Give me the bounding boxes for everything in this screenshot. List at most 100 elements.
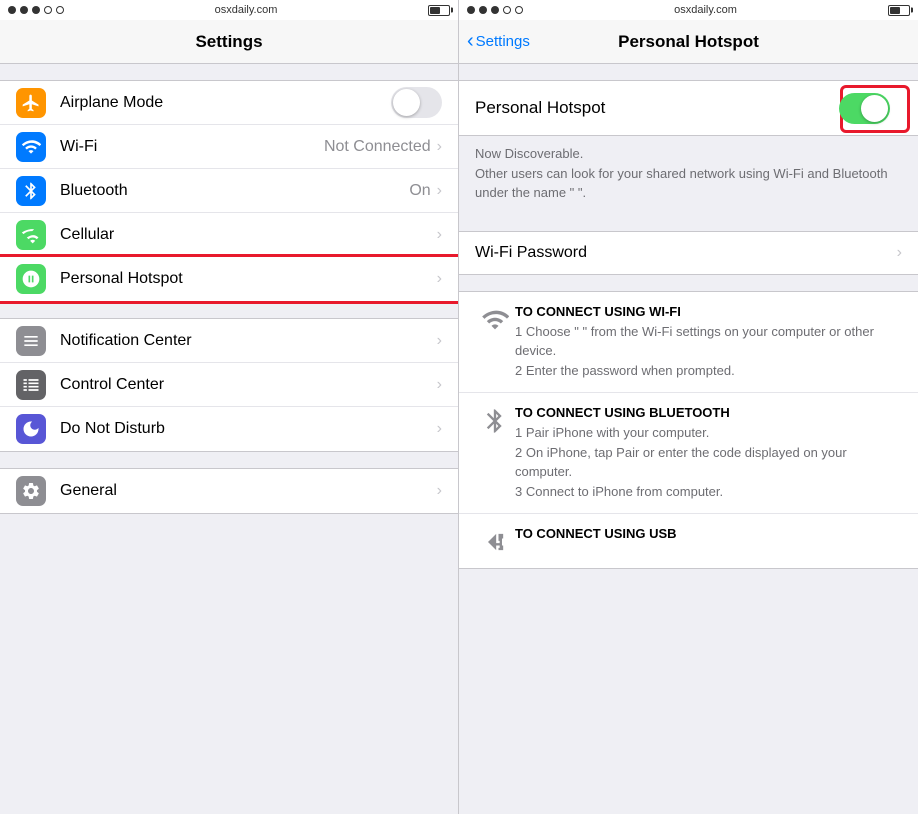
- control-icon-bg: [16, 370, 46, 400]
- row-bluetooth[interactable]: Bluetooth On ›: [0, 169, 458, 213]
- connect-bluetooth-text: TO CONNECT USING BLUETOOTH 1 Pair iPhone…: [515, 405, 902, 501]
- settings-section-connectivity: Airplane Mode Wi-Fi Not Connected ›: [0, 80, 458, 302]
- notification-icon-bg: [16, 326, 46, 356]
- wifi-password-row[interactable]: Wi-Fi Password ›: [459, 231, 918, 275]
- settings-section-general: General ›: [0, 468, 458, 514]
- connect-bluetooth-body: 1 Pair iPhone with your computer. 2 On i…: [515, 423, 902, 501]
- airplane-toggle-thumb: [393, 89, 420, 116]
- dot-3: [32, 6, 40, 14]
- notification-icon: [21, 331, 41, 351]
- row-general[interactable]: General ›: [0, 469, 458, 513]
- personal-hotspot-label: Personal Hotspot: [60, 270, 437, 288]
- notification-center-label: Notification Center: [60, 332, 437, 350]
- connect-methods-section: TO CONNECT USING WI-FI 1 Choose " " from…: [459, 291, 918, 570]
- dot-r4: [503, 6, 511, 14]
- airplane-toggle[interactable]: [391, 87, 442, 118]
- dot-1: [8, 6, 16, 14]
- wifi-password-chevron: ›: [897, 244, 902, 262]
- hotspot-icon: [21, 269, 41, 289]
- gear-icon: [21, 481, 41, 501]
- connect-wifi-icon-area: [475, 304, 515, 334]
- connect-bluetooth-icon-area: [475, 405, 515, 435]
- personal-hotspot-chevron: ›: [437, 270, 442, 288]
- do-not-disturb-chevron: ›: [437, 420, 442, 438]
- connect-usb-heading: TO CONNECT USING USB: [515, 526, 902, 541]
- wifi-value: Not Connected: [324, 138, 431, 156]
- row-airplane-mode[interactable]: Airplane Mode: [0, 81, 458, 125]
- wifi-password-label: Wi-Fi Password: [475, 244, 897, 262]
- connect-usb-icon: [481, 528, 509, 556]
- connect-wifi-row: TO CONNECT USING WI-FI 1 Choose " " from…: [459, 292, 918, 394]
- connect-usb-row: TO CONNECT USING USB: [459, 514, 918, 568]
- cellular-label: Cellular: [60, 226, 437, 244]
- connect-wifi-heading: TO CONNECT USING WI-FI: [515, 304, 902, 319]
- hotspot-icon-bg: [16, 264, 46, 294]
- right-panel: osxdaily.com ‹ Settings Personal Hotspot…: [459, 0, 918, 814]
- battery-icon-right: [888, 5, 910, 16]
- nav-bar-right: ‹ Settings Personal Hotspot: [459, 20, 918, 64]
- hotspot-toggle-track: [839, 93, 890, 124]
- connect-usb-icon-area: [475, 526, 515, 556]
- dot-r5: [515, 6, 523, 14]
- discoverable-text: Now Discoverable.Other users can look fo…: [459, 136, 918, 215]
- wifi-chevron: ›: [437, 138, 442, 156]
- cellular-chevron: ›: [437, 226, 442, 244]
- status-bar-url-right: osxdaily.com: [674, 4, 737, 16]
- hotspot-toggle[interactable]: [839, 93, 890, 124]
- row-wifi[interactable]: Wi-Fi Not Connected ›: [0, 125, 458, 169]
- bluetooth-icon-bg: [16, 176, 46, 206]
- row-do-not-disturb[interactable]: Do Not Disturb ›: [0, 407, 458, 451]
- general-label: General: [60, 482, 437, 500]
- connect-wifi-icon: [481, 306, 509, 334]
- nav-back-label: Settings: [476, 33, 530, 50]
- signal-dots-right: [467, 6, 523, 14]
- row-notification-center[interactable]: Notification Center ›: [0, 319, 458, 363]
- dot-r1: [467, 6, 475, 14]
- wifi-label: Wi-Fi: [60, 138, 324, 156]
- hotspot-toggle-row: Personal Hotspot: [459, 80, 918, 136]
- status-bar-right: osxdaily.com: [459, 0, 918, 20]
- row-cellular[interactable]: Cellular ›: [0, 213, 458, 257]
- status-bar-left: osxdaily.com: [0, 0, 458, 20]
- discoverable-content: Now Discoverable.Other users can look fo…: [475, 146, 888, 200]
- bluetooth-label: Bluetooth: [60, 182, 409, 200]
- battery-icon-left: [428, 5, 450, 16]
- connect-bluetooth-heading: TO CONNECT USING BLUETOOTH: [515, 405, 902, 420]
- left-panel: osxdaily.com Settings Airplane Mode: [0, 0, 459, 814]
- hotspot-toggle-label: Personal Hotspot: [475, 98, 839, 118]
- row-control-center[interactable]: Control Center ›: [0, 363, 458, 407]
- nav-title-left: Settings: [195, 32, 262, 52]
- hotspot-toggle-thumb: [861, 95, 888, 122]
- dot-r3: [491, 6, 499, 14]
- connect-wifi-text: TO CONNECT USING WI-FI 1 Choose " " from…: [515, 304, 902, 381]
- notification-chevron: ›: [437, 332, 442, 350]
- cellular-icon: [21, 225, 41, 245]
- bluetooth-icon: [21, 181, 41, 201]
- wifi-icon-bg: [16, 132, 46, 162]
- control-icon: [21, 375, 41, 395]
- bluetooth-chevron: ›: [437, 182, 442, 200]
- settings-section-system: Notification Center › Control Center › D…: [0, 318, 458, 452]
- gear-icon-bg: [16, 476, 46, 506]
- moon-icon: [21, 419, 41, 439]
- connect-usb-text: TO CONNECT USING USB: [515, 526, 902, 544]
- battery-fill-right: [890, 7, 900, 14]
- do-not-disturb-label: Do Not Disturb: [60, 420, 437, 438]
- bluetooth-value: On: [409, 182, 430, 200]
- general-chevron: ›: [437, 482, 442, 500]
- connect-wifi-body: 1 Choose " " from the Wi-Fi settings on …: [515, 322, 902, 381]
- dot-2: [20, 6, 28, 14]
- connect-bluetooth-row: TO CONNECT USING BLUETOOTH 1 Pair iPhone…: [459, 393, 918, 514]
- dot-5: [56, 6, 64, 14]
- moon-icon-bg: [16, 414, 46, 444]
- airplane-icon: [21, 93, 41, 113]
- dot-r2: [479, 6, 487, 14]
- cellular-icon-bg: [16, 220, 46, 250]
- signal-dots: [8, 6, 64, 14]
- status-bar-url-left: osxdaily.com: [215, 4, 278, 16]
- back-arrow-icon: ‹: [467, 30, 474, 53]
- battery-fill-left: [430, 7, 440, 14]
- airplane-icon-bg: [16, 88, 46, 118]
- nav-back-button[interactable]: ‹ Settings: [467, 30, 530, 53]
- row-personal-hotspot[interactable]: Personal Hotspot ›: [0, 257, 458, 301]
